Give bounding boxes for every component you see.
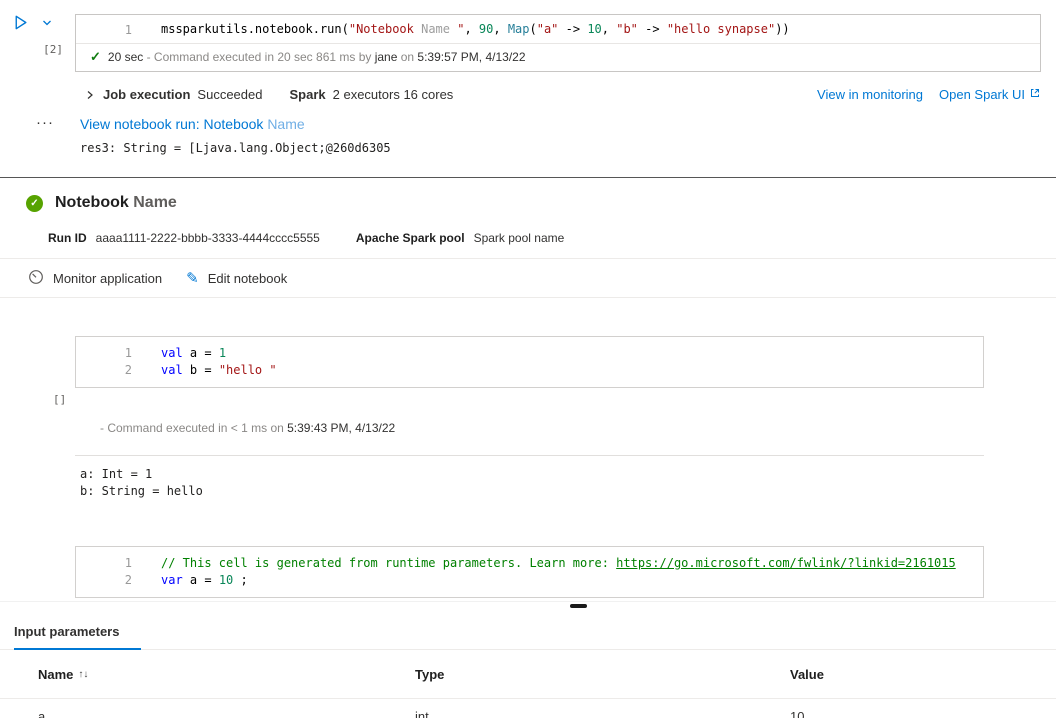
spark-pool-value: Spark pool name [474, 231, 565, 245]
execution-count: [2] [10, 43, 75, 56]
success-status-icon: ✓ [26, 195, 43, 212]
run-metadata: Run ID aaaa1111-2222-bbbb-3333-4444cccc5… [0, 231, 1056, 245]
toolbar: Monitor application ✎ Edit notebook [0, 259, 1056, 297]
cell-status-text: 20 sec - Command executed in 20 sec 861 … [108, 50, 526, 64]
play-icon [12, 14, 29, 34]
code-cell: 1 // This cell is generated from runtime… [75, 546, 984, 598]
monitor-application-button[interactable]: Monitor application [28, 269, 162, 288]
view-notebook-run-name: Name [267, 116, 304, 132]
edit-notebook-label: Edit notebook [208, 271, 288, 286]
line-number: 2 [76, 362, 132, 379]
run-cell-gutter: [2] [10, 14, 75, 72]
pencil-icon: ✎ [186, 271, 199, 286]
code-line: var a = 10 ; [132, 572, 248, 589]
spark-pool-label: Apache Spark pool [356, 231, 465, 245]
cell-status-text: - Command executed in < 1 ms on 5:39:43 … [100, 421, 395, 435]
run-options-dropdown[interactable] [41, 17, 53, 32]
run-cell-button[interactable] [12, 14, 29, 34]
panel-tabs: Input parameters [0, 612, 1056, 650]
line-number: 1 [76, 345, 132, 362]
execution-count: [] [53, 393, 66, 406]
notebook-preview: 1 val a = 1 2 val b = "hello " [] - Comm… [0, 336, 1056, 598]
divider [0, 297, 1056, 298]
column-header-name-label: Name [38, 667, 73, 682]
column-header-type: Type [415, 667, 790, 682]
cell-output: a: Int = 1 b: String = hello [80, 466, 1056, 500]
run-id-label: Run ID [48, 231, 87, 245]
view-in-monitoring-link[interactable]: View in monitoring [817, 87, 923, 102]
spark-label: Spark [289, 87, 325, 102]
cell-status-bar: [] - Command executed in < 1 ms on 5:39:… [75, 388, 984, 456]
input-parameters-panel: Input parameters Name ↑↓ Type Value a in… [0, 612, 1056, 718]
line-number: 1 [76, 23, 132, 37]
column-header-value: Value [790, 667, 1056, 682]
table-row: a int 10 [0, 699, 1056, 718]
param-name: a [38, 709, 415, 718]
expand-chevron-icon[interactable] [84, 89, 96, 101]
notebook-run-output: ··· View notebook run: Notebook Name res… [36, 116, 1056, 155]
page-title-main: Notebook [55, 194, 129, 211]
tab-input-parameters[interactable]: Input parameters [14, 620, 141, 650]
run-cell: [2] 1 mssparkutils.notebook.run("Noteboo… [0, 0, 1056, 72]
code-line: val b = "hello " [132, 362, 277, 379]
page-title: Notebook Name [55, 194, 177, 212]
external-link-icon [1029, 87, 1041, 102]
job-execution-status: Succeeded [197, 87, 262, 102]
view-notebook-run-link[interactable]: View notebook run: Notebook Name [80, 116, 305, 132]
sort-icon: ↑↓ [78, 669, 88, 680]
column-header-name[interactable]: Name ↑↓ [38, 667, 415, 682]
spark-resources: 2 executors 16 cores [333, 87, 454, 102]
chevron-down-icon [41, 17, 53, 32]
cell-status-bar: ✓ 20 sec - Command executed in 20 sec 86… [76, 43, 1040, 71]
view-notebook-run-label: View notebook run: Notebook [80, 116, 263, 132]
synapse-notebook-run-page: [2] 1 mssparkutils.notebook.run("Noteboo… [0, 0, 1056, 718]
more-options-button[interactable]: ··· [36, 116, 80, 155]
job-execution-row: Job execution Succeeded Spark 2 executor… [84, 87, 1041, 102]
code-editor-line[interactable]: mssparkutils.notebook.run("Notebook Name… [132, 21, 790, 38]
notebook-header: ✓ Notebook Name [0, 178, 1056, 212]
line-number: 1 [76, 555, 132, 572]
result-output: res3: String = [Ljava.lang.Object;@260d6… [80, 141, 391, 155]
edit-notebook-button[interactable]: ✎ Edit notebook [186, 271, 287, 286]
job-execution-label: Job execution [103, 87, 190, 102]
success-check-icon: ✓ [90, 49, 101, 65]
code-cell: 1 val a = 1 2 val b = "hello " [75, 336, 984, 388]
page-title-secondary: Name [133, 194, 177, 211]
output-line: b: String = hello [80, 483, 1056, 500]
code-cell: 1 mssparkutils.notebook.run("Notebook Na… [75, 14, 1041, 72]
code-line: // This cell is generated from runtime p… [132, 555, 956, 572]
output-line: a: Int = 1 [80, 466, 1056, 483]
monitor-application-label: Monitor application [53, 271, 162, 286]
param-type: int [415, 709, 790, 718]
open-spark-ui-label: Open Spark UI [939, 87, 1025, 102]
param-value: 10 [790, 709, 1056, 718]
table-header-row: Name ↑↓ Type Value [0, 650, 1056, 699]
code-line: val a = 1 [132, 345, 226, 362]
resize-handle[interactable] [570, 604, 587, 608]
run-id-value: aaaa1111-2222-bbbb-3333-4444cccc5555 [96, 231, 320, 245]
gauge-icon [28, 269, 44, 288]
panel-splitter [0, 601, 1056, 612]
open-spark-ui-link[interactable]: Open Spark UI [939, 87, 1041, 102]
line-number: 2 [76, 572, 132, 589]
